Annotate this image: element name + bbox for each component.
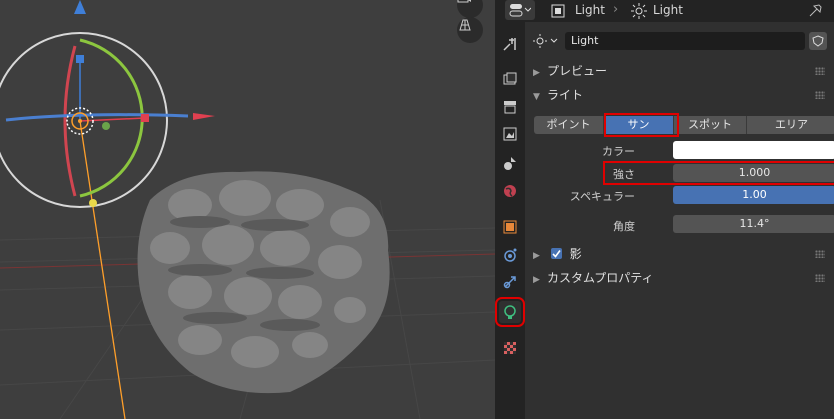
tab-object[interactable]	[499, 216, 521, 238]
light-type-area[interactable]: エリア	[747, 116, 834, 134]
tab-texture[interactable]	[499, 337, 521, 359]
tab-view-layer[interactable]	[499, 123, 521, 145]
properties-editor-icon	[509, 4, 531, 17]
ortho-toggle-button[interactable]	[457, 17, 483, 43]
collapsed-arrow-icon: ▶	[533, 275, 540, 285]
light-type-spot[interactable]: スポット	[674, 116, 747, 134]
3d-viewport[interactable]	[0, 0, 495, 419]
light-browse-button[interactable]	[533, 32, 561, 50]
properties-tab-bar	[495, 22, 525, 419]
tab-scene[interactable]	[499, 152, 521, 174]
panel-light-title: ライト	[547, 88, 584, 102]
strength-field[interactable]: 1.000	[673, 164, 834, 182]
datablock-name-field[interactable]: Light	[565, 32, 805, 50]
collapsed-arrow-icon: ▶	[533, 251, 540, 261]
light-direction-line	[79, 120, 126, 419]
strength-label: 強さ	[613, 168, 635, 181]
editor-type-button[interactable]	[505, 0, 535, 20]
light-object-icon	[551, 4, 565, 18]
world-icon	[504, 185, 516, 197]
render-icon	[503, 72, 517, 85]
object-icon	[503, 220, 517, 234]
panel-custom-properties-title: カスタムプロパティ	[547, 271, 654, 285]
breadcrumb-separator-icon: ›	[613, 2, 619, 17]
view-layer-icon	[503, 127, 517, 141]
rotate-gizmo	[0, 0, 215, 208]
drag-handle-icon[interactable]	[815, 91, 825, 99]
angle-field[interactable]: 11.4°	[673, 215, 834, 233]
tab-output[interactable]	[499, 96, 521, 118]
light-data-icon	[504, 305, 516, 319]
pin-icon[interactable]	[809, 3, 823, 17]
sun-icon	[533, 34, 558, 48]
color-label: カラー	[602, 145, 635, 158]
collapsed-arrow-icon: ▶	[533, 68, 540, 78]
color-swatch[interactable]	[673, 141, 834, 159]
sun-icon	[631, 3, 647, 19]
camera-icon	[457, 0, 471, 3]
scene-icon	[504, 157, 516, 170]
breadcrumb-data[interactable]: Light	[653, 3, 683, 17]
tab-world[interactable]	[499, 180, 521, 202]
properties-editor: Light › Light Light ▶ プレビュー ▼ ライト ポイント サ…	[495, 0, 834, 419]
drag-handle-icon[interactable]	[815, 274, 825, 282]
tab-tool[interactable]	[499, 33, 521, 55]
properties-content: Light ▶ プレビュー ▼ ライト ポイント サン スポット エリア カラー 強…	[525, 22, 834, 419]
viewport-scene	[0, 0, 495, 419]
shield-icon	[812, 35, 824, 47]
tab-render[interactable]	[499, 68, 521, 90]
breadcrumb-object[interactable]: Light	[575, 3, 605, 17]
light-type-sun[interactable]: サン	[604, 116, 674, 134]
output-icon	[504, 101, 516, 114]
fake-user-button[interactable]	[809, 32, 827, 50]
tab-constraints[interactable]	[499, 271, 521, 293]
drag-handle-icon[interactable]	[815, 67, 825, 75]
sculpt-mesh	[137, 171, 390, 394]
drag-handle-icon[interactable]	[815, 250, 825, 258]
shadow-checkbox[interactable]	[550, 248, 562, 259]
datablock-selector: Light	[533, 30, 827, 52]
tab-light-data[interactable]	[495, 297, 525, 327]
physics-icon	[504, 248, 517, 262]
grid-icon	[459, 19, 471, 31]
tab-physics[interactable]	[499, 244, 521, 266]
panel-custom-properties[interactable]: ▶ カスタムプロパティ	[533, 268, 827, 288]
properties-header: Light › Light	[495, 0, 834, 22]
panel-preview-title: プレビュー	[547, 64, 608, 78]
expanded-arrow-icon: ▼	[533, 92, 540, 102]
constraints-icon	[503, 276, 516, 289]
panel-shadow[interactable]: ▶ 影	[533, 244, 827, 264]
panel-light[interactable]: ▼ ライト	[533, 85, 827, 105]
panel-preview[interactable]: ▶ プレビュー	[533, 61, 827, 81]
light-type-point[interactable]: ポイント	[534, 116, 604, 134]
texture-icon	[504, 342, 516, 354]
tool-icon	[503, 38, 516, 51]
panel-shadow-title: 影	[569, 247, 582, 261]
specular-slider[interactable]: 1.00	[673, 186, 834, 204]
angle-label: 角度	[613, 220, 635, 233]
checkmark-icon	[552, 250, 561, 258]
specular-label: スペキュラー	[569, 190, 635, 203]
